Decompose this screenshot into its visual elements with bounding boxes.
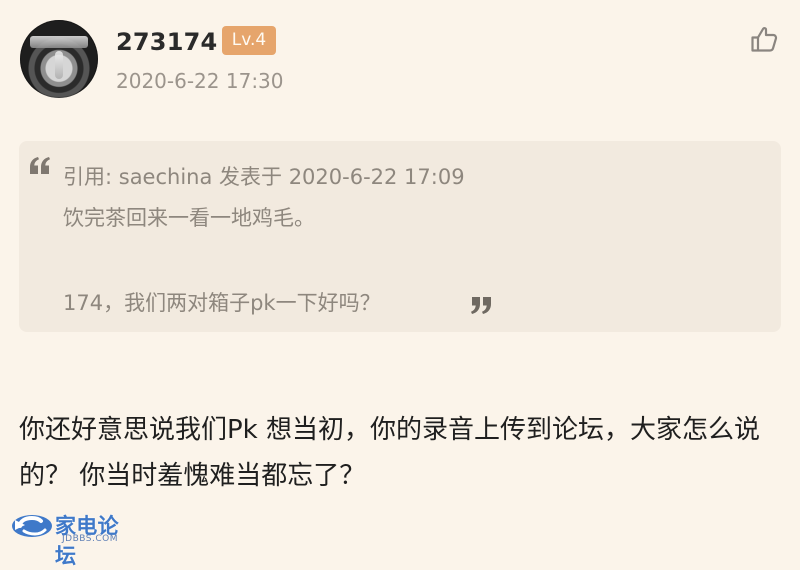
quote-close-icon: [471, 297, 491, 314]
username[interactable]: 273174: [116, 28, 217, 56]
quote-line: 174，我们两对箱子pk一下好吗？: [63, 291, 381, 315]
thumbs-up-icon[interactable]: [749, 24, 779, 54]
quote-open-icon: [30, 157, 50, 174]
quote-line: 饮完茶回来一看一地鸡毛。: [63, 206, 315, 230]
quote-meta: 引用: saechina 发表于 2020-6-22 17:09: [63, 165, 465, 189]
site-watermark: 家电论坛 JDBBS.COM: [10, 510, 138, 568]
avatar[interactable]: [20, 20, 98, 98]
level-badge: Lv.4: [222, 26, 276, 55]
post-body: 你还好意思说我们Pk 想当初，你的录音上传到论坛，大家怎么说的？ 你当时羞愧难当…: [19, 415, 761, 491]
watermark-subtitle: JDBBS.COM: [62, 534, 118, 544]
jdbbs-logo-icon: [12, 515, 52, 537]
post-timestamp: 2020-6-22 17:30: [116, 69, 284, 93]
